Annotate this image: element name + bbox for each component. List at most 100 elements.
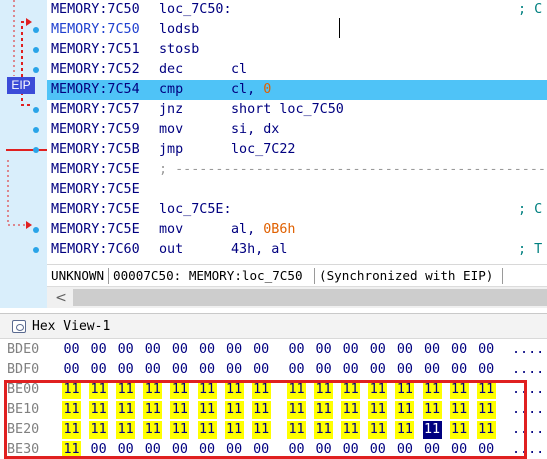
code-line[interactable]: MEMORY:7C50 loc_7C50: ; C: [47, 0, 547, 20]
code-line[interactable]: MEMORY:7C5B jmp loc_7C22: [47, 140, 547, 160]
hex-byte[interactable]: 00: [395, 341, 414, 359]
code-line[interactable]: MEMORY:7C5E mov al, 0B6h: [47, 220, 547, 240]
hex-byte[interactable]: 00: [198, 361, 217, 379]
flow-gutter[interactable]: EIP: [0, 0, 47, 264]
hex-byte[interactable]: 00: [341, 361, 360, 379]
instruction-mnemonic: jmp: [159, 142, 184, 157]
hex-byte[interactable]: 00: [395, 361, 414, 379]
instruction-mnemonic: lodsb: [159, 22, 200, 37]
instruction-operand: loc_7C22: [231, 142, 296, 157]
text-caret: [339, 18, 340, 38]
hex-byte[interactable]: 00: [252, 361, 271, 379]
code-line[interactable]: MEMORY:7C59 mov si, dx: [47, 120, 547, 140]
line-address: MEMORY:7C5B: [51, 142, 140, 157]
breakpoint-marker[interactable]: [33, 27, 39, 33]
flow-arrows: [6, 0, 47, 229]
code-listing[interactable]: MEMORY:7C50 loc_7C50:; C MEMORY:7C50 lodsb M…: [47, 0, 547, 264]
hex-byte[interactable]: 00: [116, 341, 135, 359]
hex-byte[interactable]: 00: [170, 361, 189, 379]
hex-ascii: ....: [512, 342, 545, 357]
hex-byte[interactable]: 00: [143, 361, 162, 379]
instruction-mnemonic: mov: [159, 222, 184, 237]
line-address: MEMORY:7C60: [51, 242, 140, 257]
code-line[interactable]: MEMORY:7C50 lodsb: [47, 20, 547, 40]
hex-byte[interactable]: 00: [314, 361, 333, 379]
instruction-operand: short loc_7C50: [231, 102, 344, 117]
hex-byte[interactable]: 00: [62, 361, 81, 379]
hex-byte[interactable]: 00: [143, 341, 162, 359]
hex-byte[interactable]: 00: [287, 341, 306, 359]
hex-byte[interactable]: 00: [89, 341, 108, 359]
status-separator: [502, 268, 503, 284]
breakpoint-marker[interactable]: [33, 227, 39, 233]
line-address: MEMORY:7C5E: [51, 222, 140, 237]
hex-byte[interactable]: 00: [225, 361, 244, 379]
hex-byte[interactable]: 00: [116, 361, 135, 379]
line-address: MEMORY:7C50: [51, 22, 140, 37]
current-instruction-line[interactable]: MEMORY:7C54 cmp cl, 0: [47, 80, 547, 100]
instruction-mnemonic: stosb: [159, 42, 200, 57]
line-address: MEMORY:7C51: [51, 42, 140, 57]
instruction-operand: al,: [231, 222, 264, 237]
hex-byte[interactable]: 00: [170, 341, 189, 359]
line-address: MEMORY:7C57: [51, 102, 140, 117]
immediate-value: 0: [263, 82, 272, 97]
hex-byte[interactable]: 00: [477, 361, 496, 379]
hex-row[interactable]: BDF0 00 00 00 00 00 00 00 00 00 00 00 00 00 00 00 00....: [0, 360, 547, 380]
line-comment: ; C: [518, 2, 543, 17]
status-location: 00007C50: MEMORY:loc_7C50: [113, 268, 303, 283]
code-line[interactable]: MEMORY:7C52 dec cl: [47, 60, 547, 80]
line-address: MEMORY:7C54: [51, 82, 140, 97]
hex-byte[interactable]: 00: [477, 341, 496, 359]
breakpoint-marker[interactable]: [33, 67, 39, 73]
hex-byte[interactable]: 00: [89, 361, 108, 379]
scrollbar-thumb[interactable]: [73, 289, 547, 306]
hex-byte[interactable]: 00: [341, 341, 360, 359]
hex-view-tab[interactable]: Hex View-1: [0, 313, 547, 339]
hex-byte[interactable]: 00: [62, 341, 81, 359]
hex-view-title: Hex View-1: [32, 319, 111, 334]
separator-comment: ; --------------------------------------…: [159, 162, 547, 177]
selection-highlight-box: [4, 380, 527, 459]
hex-byte[interactable]: 00: [198, 341, 217, 359]
hex-byte[interactable]: 00: [450, 361, 469, 379]
horizontal-scrollbar[interactable]: <: [47, 286, 547, 308]
code-line[interactable]: MEMORY:7C5E ; ---------------------------…: [47, 160, 547, 180]
code-line[interactable]: MEMORY:7C5E loc_7C5E: ; C: [47, 200, 547, 220]
hex-byte[interactable]: 00: [368, 361, 387, 379]
hex-byte[interactable]: 00: [423, 341, 442, 359]
line-address: MEMORY:7C50: [51, 2, 140, 17]
hex-byte[interactable]: 00: [423, 361, 442, 379]
breakpoint-marker[interactable]: [33, 107, 39, 113]
status-sync: (Synchronized with EIP): [319, 268, 494, 283]
hex-row[interactable]: BDE0 00 00 00 00 00 00 00 00 00 00 00 00 00 00 00 00....: [0, 340, 547, 360]
hex-byte[interactable]: 00: [252, 341, 271, 359]
breakpoint-marker[interactable]: [33, 147, 39, 153]
code-line[interactable]: MEMORY:7C5E: [47, 180, 547, 200]
hex-byte[interactable]: 00: [450, 341, 469, 359]
hex-byte[interactable]: 00: [368, 341, 387, 359]
instruction-mnemonic: dec: [159, 62, 184, 77]
line-address: MEMORY:7C5E: [51, 162, 140, 177]
breakpoint-marker[interactable]: [33, 47, 39, 53]
code-label: loc_7C50:: [159, 2, 232, 17]
instruction-mnemonic: mov: [159, 122, 184, 137]
code-line[interactable]: MEMORY:7C60 out 43h, al ; T: [47, 240, 547, 260]
hex-byte[interactable]: 00: [314, 341, 333, 359]
instruction-operand: si, dx: [231, 122, 280, 137]
breakpoint-marker[interactable]: [33, 247, 39, 253]
status-state: UNKNOWN: [51, 268, 105, 283]
code-label: loc_7C5E:: [159, 202, 232, 217]
hex-byte[interactable]: 00: [287, 361, 306, 379]
hex-view-icon: [12, 320, 26, 333]
code-line[interactable]: MEMORY:7C57 jnz short loc_7C50: [47, 100, 547, 120]
eip-marker: EIP: [7, 77, 35, 94]
disassembly-view[interactable]: EIP MEMORY:7C50 loc_7C50: ; C MEMORY:7C50 lo…: [0, 0, 547, 264]
scroll-left-button[interactable]: <: [53, 287, 69, 309]
line-address: MEMORY:7C5E: [51, 202, 140, 217]
breakpoint-marker[interactable]: [33, 127, 39, 133]
code-line[interactable]: MEMORY:7C51 stosb: [47, 40, 547, 60]
instruction-mnemonic: out: [159, 242, 184, 257]
hex-ascii: ....: [512, 362, 545, 377]
hex-byte[interactable]: 00: [225, 341, 244, 359]
